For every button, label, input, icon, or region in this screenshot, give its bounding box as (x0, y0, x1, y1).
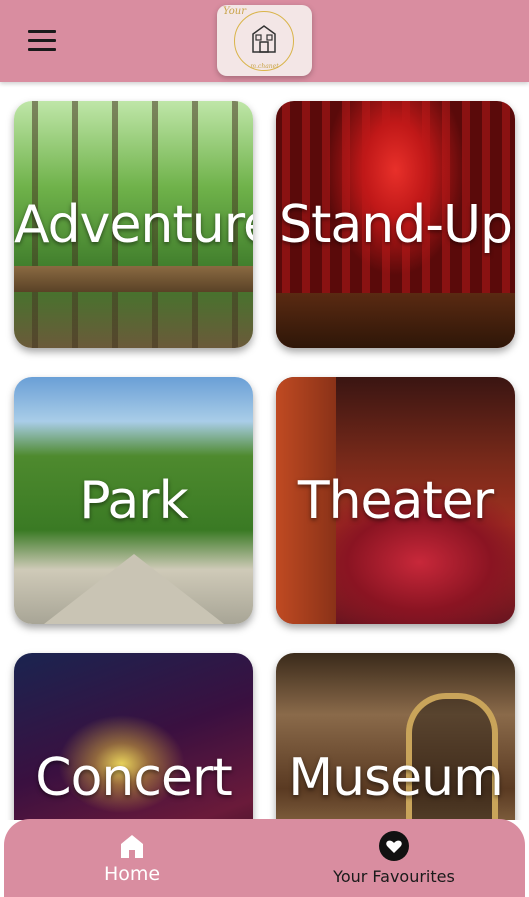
heart-icon (379, 831, 409, 861)
category-card-theater[interactable]: Theater (276, 377, 515, 624)
house-icon (252, 25, 276, 53)
adventure-photo-detail (14, 266, 253, 292)
category-card-museum[interactable]: Museum (276, 653, 515, 820)
category-label-adventure: Adventure (14, 194, 253, 255)
category-label-stand-up: Stand-Up (278, 194, 513, 255)
category-grid: Adventure Stand-Up Park Theater Concert … (0, 82, 529, 820)
category-label-museum: Museum (288, 748, 504, 808)
category-card-park[interactable]: Park (14, 377, 253, 624)
hamburger-menu-icon[interactable] (28, 30, 56, 52)
home-icon (121, 835, 143, 858)
nav-home-button[interactable]: Home (82, 831, 182, 891)
nav-favourites-label: Your Favourites (333, 867, 455, 886)
category-label-park: Park (79, 470, 188, 531)
category-card-concert[interactable]: Concert (14, 653, 253, 820)
logo-circle (234, 11, 294, 71)
category-card-stand-up[interactable]: Stand-Up (276, 101, 515, 348)
bottom-navigation: Home Your Favourites (4, 819, 525, 897)
app-header: Your m.chanet (0, 0, 529, 82)
category-card-adventure[interactable]: Adventure (14, 101, 253, 348)
stage-floor-detail (276, 293, 515, 348)
category-label-concert: Concert (35, 748, 232, 808)
park-path-detail (43, 554, 224, 624)
nav-favourites-button[interactable]: Your Favourites (319, 831, 469, 891)
nav-home-label: Home (103, 863, 161, 885)
logo-bottom-text: m.chanet (250, 63, 279, 70)
app-logo[interactable]: Your m.chanet (217, 5, 312, 76)
category-label-theater: Theater (297, 470, 494, 531)
